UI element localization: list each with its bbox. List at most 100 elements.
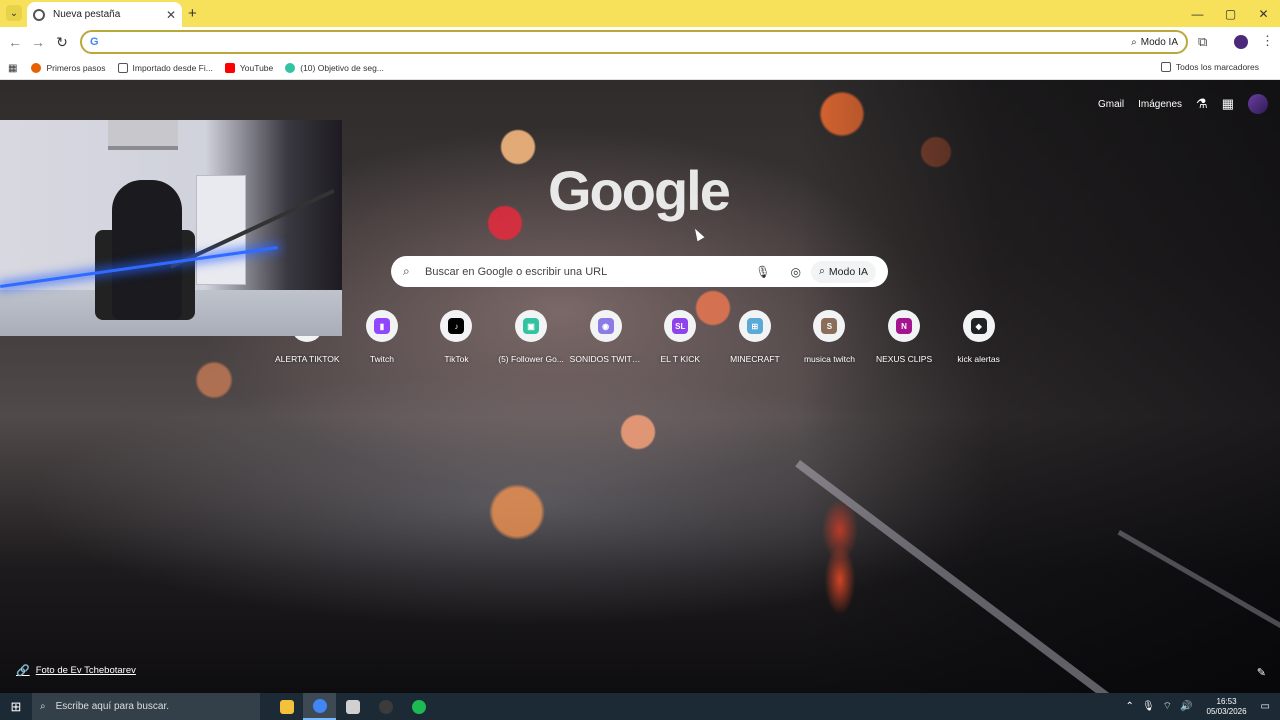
ntp-top-links: Gmail Imágenes ⚗ ▦ (1098, 94, 1268, 114)
customize-pencil-icon[interactable]: ✎ (1257, 666, 1266, 679)
ai-search-icon: ⌕ (819, 265, 825, 277)
bookmark-folder[interactable]: Importado desde Fi... (117, 63, 213, 73)
search-box[interactable]: ⌕ 🎙 ◎ ⌕ Modo IA (391, 256, 888, 287)
folder-icon (1160, 62, 1171, 72)
webcam-pc-tower (196, 175, 246, 285)
browser-toolbar: ← → ↻ G ⌕ Modo IA ⧉ ⋮ (0, 27, 1280, 57)
bookmark-label: YouTube (239, 63, 274, 73)
address-bar[interactable]: G ⌕ Modo IA (80, 30, 1188, 54)
clock[interactable]: 16:53 05/03/2026 (1207, 697, 1247, 717)
taskbar-app-button[interactable] (369, 693, 402, 720)
shortcut-label: SONIDOS TWITC... (569, 354, 642, 364)
windows-taskbar: ⊞ ⌕ Escribe aquí para buscar. ⌃ 🎙 ⌔ 🔊 16… (0, 693, 1280, 720)
photo-credit-link[interactable]: 🔗 Foto de Ev Tchebotarev (16, 664, 136, 677)
profile-avatar[interactable] (1234, 35, 1248, 49)
shortcut-label: kick alertas (957, 354, 1000, 364)
microphone-icon[interactable]: 🎙 (755, 265, 770, 279)
google-lens-icon[interactable]: ◎ (791, 265, 801, 279)
all-bookmarks-label: Todos los marcadores (1175, 62, 1259, 72)
omnibox-ai-mode-button[interactable]: ⌕ Modo IA (1131, 37, 1178, 48)
reload-icon[interactable]: ↻ (54, 34, 70, 50)
shortcut-tile[interactable]: ⊞ MINECRAFT (718, 310, 793, 364)
taskbar-apps (270, 693, 435, 720)
shortcut-label: ALERTA TIKTOK (275, 354, 340, 364)
browser-menu-icon[interactable]: ⋮ (1261, 33, 1274, 49)
photo-credit-label: Foto de Ev Tchebotarev (35, 665, 136, 676)
bookmark-label: Primeros pasos (46, 63, 106, 73)
spotify-icon (411, 699, 426, 714)
tab-search-button[interactable]: ⌄ (6, 5, 22, 21)
bookmarks-bar: ▦ Primeros pasos Importado desde Fi... Y… (0, 57, 1280, 80)
n-icon: N (896, 318, 913, 334)
shortcut-tile[interactable]: SL EL T KICK (643, 310, 718, 364)
taskbar-app-button[interactable] (270, 693, 303, 720)
mouse-cursor-icon (691, 226, 705, 242)
apps-grid-icon[interactable]: ▦ (8, 63, 17, 74)
minecraft-icon: ⊞ (746, 318, 763, 334)
tab-title: Nueva pestaña (53, 9, 121, 20)
streamlabs-icon (285, 63, 296, 73)
kick-icon: ◆ (970, 318, 987, 334)
shortcut-tile[interactable]: ◆ kick alertas (941, 310, 1016, 364)
shortcut-tile[interactable]: Smusica twitch (792, 310, 867, 364)
windows-start-icon[interactable]: ⊞ (0, 699, 32, 715)
tab-new-tab[interactable]: Nueva pestaña ✕ (27, 2, 182, 27)
taskbar-search[interactable]: ⌕ Escribe aquí para buscar. (32, 693, 260, 720)
bookmark-item[interactable]: YouTube (224, 63, 274, 73)
system-tray: ⌃ 🎙 ⌔ 🔊 16:53 05/03/2026 ▭ (1126, 693, 1280, 720)
notifications-icon[interactable]: ▭ (1261, 701, 1270, 712)
address-input[interactable] (104, 33, 1132, 51)
taskbar-app-button[interactable] (402, 693, 435, 720)
microphone-icon[interactable]: 🎙 (1142, 701, 1155, 712)
network-icon[interactable]: ⌔ (1163, 700, 1172, 713)
clock-time: 16:53 (1216, 696, 1237, 706)
close-tab-icon[interactable]: ✕ (166, 8, 176, 22)
shortcut-tile[interactable]: N NEXUS CLIPS (867, 310, 942, 364)
firefox-icon (31, 63, 42, 73)
search-input[interactable] (425, 265, 746, 278)
webcam-person (112, 180, 182, 320)
restore-button[interactable]: ▢ (1214, 0, 1247, 27)
tab-strip: ⌄ Nueva pestaña ✕ + — ▢ ✕ (0, 0, 1280, 27)
webcam-shelf (108, 120, 178, 150)
ai-mode-button[interactable]: ⌕ Modo IA (811, 260, 876, 283)
account-avatar[interactable] (1248, 94, 1268, 114)
ai-search-icon: ⌕ (1131, 36, 1137, 48)
shortcut-label: Twitch (369, 354, 394, 364)
taskbar-app-button[interactable] (336, 693, 369, 720)
new-tab-button[interactable]: + (188, 5, 197, 22)
taskbar-app-button[interactable] (303, 693, 336, 720)
back-arrow-icon[interactable]: ← (7, 34, 23, 50)
shortcut-tile[interactable]: ◉ SONIDOS TWITC... (568, 310, 643, 364)
all-bookmarks-folder[interactable]: Todos los marcadores (1160, 62, 1259, 72)
minimize-button[interactable]: — (1181, 0, 1214, 27)
gmail-link[interactable]: Gmail (1098, 99, 1124, 110)
shortcut-icon-circle: ▮ (365, 310, 398, 342)
shortcut-tile[interactable]: ♪ TikTok (419, 310, 494, 364)
close-window-button[interactable]: ✕ (1247, 0, 1280, 27)
extensions-icon[interactable]: ⧉ (1198, 34, 1207, 50)
shortcut-icon-circle: N (888, 310, 921, 342)
volume-icon[interactable]: 🔊 (1180, 701, 1192, 712)
bookmark-item[interactable]: Primeros pasos (31, 63, 106, 73)
google-apps-icon[interactable]: ▦ (1222, 96, 1234, 112)
window-controls: — ▢ ✕ (1181, 0, 1280, 27)
bookmark-item[interactable]: (10) Objetivo de seg... (285, 63, 384, 73)
shortcut-icon-circle: ◆ (962, 310, 995, 342)
shortcut-label: NEXUS CLIPS (875, 354, 933, 364)
streamlabs-icon: ▣ (523, 318, 540, 334)
link-icon: 🔗 (16, 665, 30, 677)
shortcut-tile[interactable]: ▮ Twitch (345, 310, 420, 364)
tray-overflow-icon[interactable]: ⌃ (1126, 701, 1134, 712)
omnibox-ai-label: Modo IA (1140, 36, 1178, 48)
labs-flask-icon[interactable]: ⚗ (1196, 96, 1208, 112)
webcam-overlay (0, 120, 342, 336)
shortcut-tile[interactable]: ▣ (5) Follower Go... (494, 310, 569, 364)
forward-arrow-icon[interactable]: → (30, 34, 46, 50)
chrome-icon (312, 698, 327, 713)
images-link[interactable]: Imágenes (1138, 99, 1182, 110)
shortcut-icon-circle: ♪ (440, 310, 473, 342)
search-icon: ⌕ (403, 264, 410, 278)
shortcut-label: MINECRAFT (730, 354, 780, 364)
file-explorer-icon (279, 699, 294, 714)
